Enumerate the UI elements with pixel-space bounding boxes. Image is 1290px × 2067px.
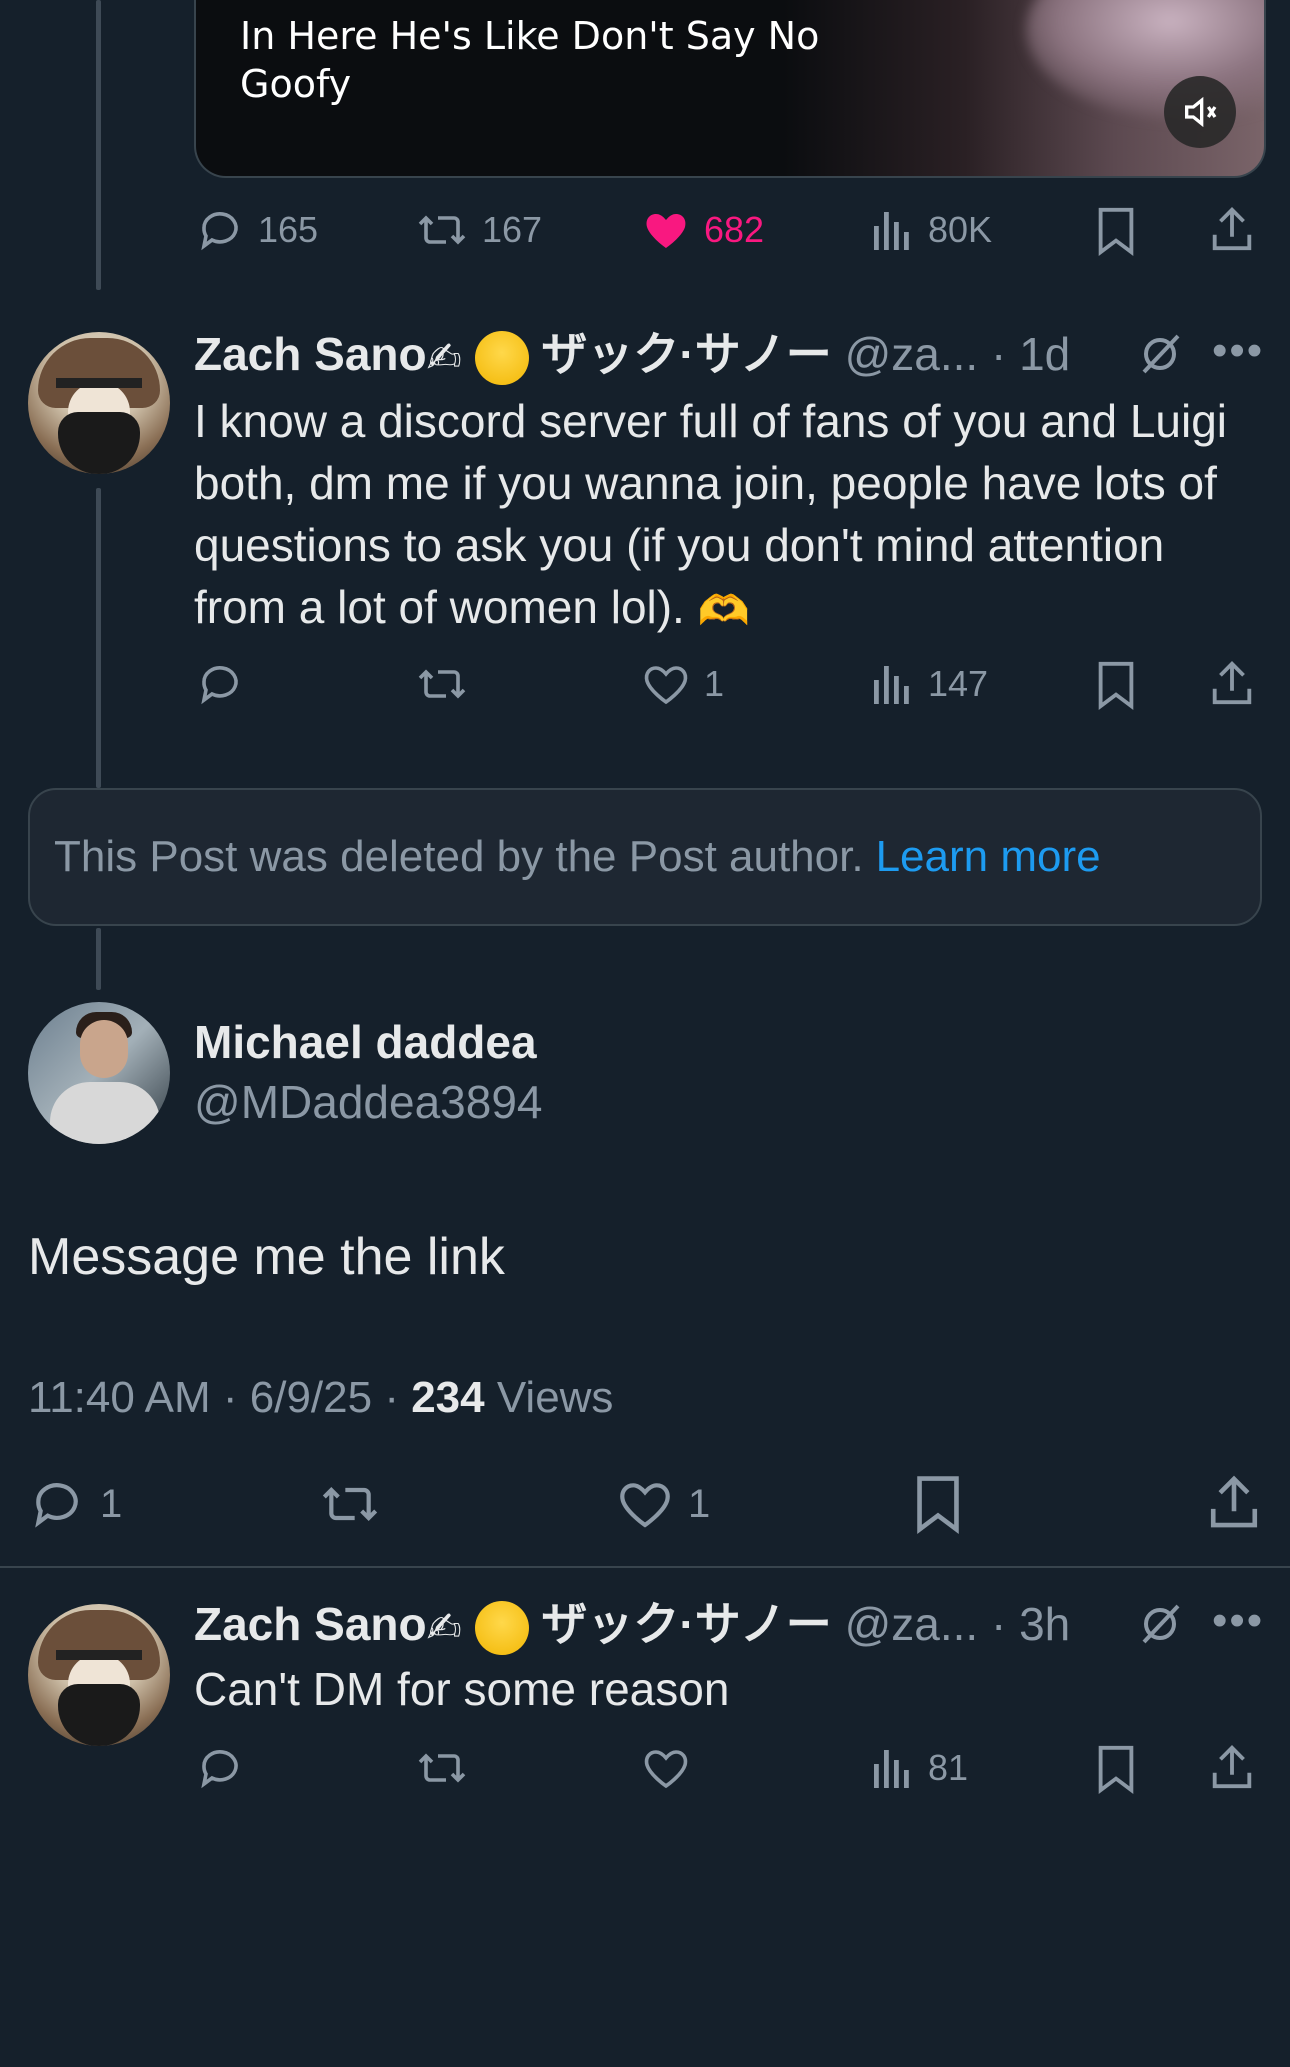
repost-icon [418, 215, 466, 245]
views-count: 80K [928, 209, 993, 250]
heart-icon [644, 666, 688, 705]
repost-icon [322, 1487, 378, 1521]
views-button[interactable]: 81 [870, 1744, 968, 1792]
display-name[interactable]: Michael daddea [194, 1012, 537, 1072]
heart-hands-emoji: 🫶 [697, 586, 750, 634]
deleted-post-notice: This Post was deleted by the Post author… [28, 788, 1262, 926]
writing-hand-emoji: ✍ [426, 333, 462, 381]
mute-button[interactable] [1164, 76, 1236, 148]
reply-text: Can't DM for some reason [194, 1663, 730, 1715]
reply-icon [201, 212, 238, 251]
reply-button[interactable]: 1 [28, 1476, 122, 1532]
avatar[interactable] [28, 332, 170, 474]
learn-more-link[interactable]: Learn more [876, 832, 1101, 882]
repost-icon [418, 1753, 466, 1783]
reply-text: I know a discord server full of fans of … [194, 390, 1264, 642]
post-time[interactable]: 1d [1019, 328, 1070, 380]
share-icon [1212, 661, 1252, 705]
repost-count: 167 [482, 209, 543, 250]
reply-count: 165 [258, 209, 319, 250]
speaker-muted-icon [1185, 96, 1217, 128]
display-name-jp: ザック·サノー [541, 1598, 832, 1650]
post-date: 6/9/25 [249, 1373, 373, 1422]
user-handle[interactable]: @za... [845, 328, 979, 380]
melting-face-emoji [474, 330, 529, 385]
bookmark-icon [1098, 207, 1134, 256]
divider [0, 1566, 1290, 1568]
melting-face-emoji [474, 1600, 529, 1655]
share-button[interactable] [1208, 658, 1256, 708]
video-caption: In Here He's Like Don't Say No Goofy [240, 14, 820, 106]
bookmark-icon [917, 1476, 959, 1534]
share-button[interactable] [1206, 1472, 1262, 1532]
views-button[interactable]: 80K [870, 206, 992, 254]
views-bar-icon [874, 1750, 909, 1788]
like-button[interactable]: 682 [642, 206, 764, 254]
more-options-icon[interactable]: ••• [1212, 1596, 1264, 1646]
repost-button[interactable] [416, 660, 468, 708]
repost-button[interactable] [416, 1744, 468, 1792]
more-options-icon[interactable]: ••• [1212, 326, 1264, 376]
reply-icon [35, 1483, 78, 1528]
views-count: 147 [928, 663, 989, 704]
grok-icon[interactable] [1136, 1600, 1184, 1653]
views-button[interactable]: 147 [870, 660, 988, 708]
share-icon [1210, 1475, 1258, 1528]
reply-button[interactable] [196, 1744, 244, 1792]
display-name-jp: ザック·サノー [541, 328, 832, 380]
display-name[interactable]: Zach Sano [194, 328, 427, 380]
reply-button[interactable]: 165 [196, 206, 318, 254]
avatar[interactable] [28, 1604, 170, 1746]
bookmark-button[interactable] [1094, 1744, 1138, 1794]
bookmark-button[interactable] [912, 1474, 964, 1534]
bookmark-button[interactable] [1094, 660, 1138, 710]
reply-icon [201, 666, 238, 705]
like-button[interactable]: 1 [616, 1476, 710, 1532]
like-count: 682 [704, 209, 765, 250]
writing-hand-emoji: ✍ [426, 1603, 462, 1651]
share-icon [1212, 1745, 1252, 1789]
user-handle[interactable]: @MDaddea3894 [194, 1072, 542, 1132]
heart-icon [620, 1483, 670, 1528]
reply-icon [201, 1750, 238, 1789]
user-handle[interactable]: @za... [845, 1598, 979, 1650]
repost-icon [418, 669, 466, 699]
bookmark-icon [1098, 1745, 1134, 1794]
heart-filled-icon [646, 214, 686, 248]
avatar[interactable] [28, 1002, 170, 1144]
reply-header: Zach Sano✍ ザック·サノー @za... · 1d [194, 324, 1274, 385]
post-meta: 11:40 AM · 6/9/25 · 234 Views [28, 1373, 614, 1422]
like-button[interactable]: 1 [642, 660, 724, 708]
post-time[interactable]: 3h [1019, 1598, 1070, 1650]
thread-line [96, 928, 101, 990]
post-text: Message me the link [28, 1228, 505, 1286]
thread-line [96, 488, 101, 788]
deleted-post-text: This Post was deleted by the Post author… [54, 832, 864, 881]
bookmark-icon [1098, 661, 1134, 710]
thread-line [96, 0, 101, 290]
views-count: 81 [928, 1747, 969, 1788]
views-bar-icon [874, 666, 909, 704]
reply-count: 1 [100, 1481, 123, 1526]
display-name[interactable]: Zach Sano [194, 1598, 427, 1650]
like-count: 1 [688, 1481, 711, 1526]
video-media[interactable]: In Here He's Like Don't Say No Goofy [194, 0, 1266, 178]
repost-button[interactable] [318, 1476, 382, 1532]
reply-header: Zach Sano✍ ザック·サノー @za... · 3h [194, 1594, 1274, 1655]
heart-icon [644, 1750, 688, 1789]
share-button[interactable] [1208, 204, 1256, 254]
like-count: 1 [704, 663, 725, 704]
share-icon [1212, 207, 1252, 251]
post-time: 11:40 AM [28, 1373, 211, 1422]
views-bar-icon [874, 212, 909, 250]
grok-icon[interactable] [1136, 330, 1184, 383]
like-button[interactable] [642, 1744, 690, 1792]
reply-button[interactable] [196, 660, 244, 708]
views-count[interactable]: 234 [411, 1373, 484, 1422]
repost-button[interactable]: 167 [416, 206, 542, 254]
share-button[interactable] [1208, 1742, 1256, 1792]
views-label: Views [496, 1373, 614, 1422]
bookmark-button[interactable] [1094, 206, 1138, 256]
